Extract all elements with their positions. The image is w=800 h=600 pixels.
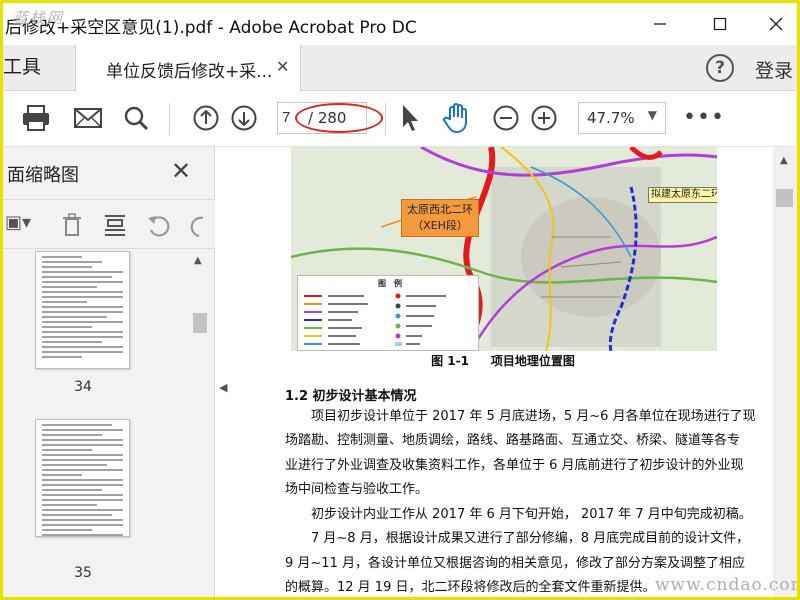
legend-swatches — [304, 293, 446, 346]
select-tool-button[interactable] — [393, 101, 427, 135]
title-bar: 后修改+采空区意见(1).pdf - Adobe Acrobat Pro DC … — [3, 3, 797, 45]
minimize-icon — [654, 23, 666, 25]
print-icon — [23, 105, 49, 131]
thumbnail-page-number: 35 — [74, 565, 92, 581]
location-map-image: 太原西北二环 （XEH段） 拟建太原东二环 图 例 — [291, 147, 717, 351]
figure-caption: 图 1-1 项目地理位置图 — [233, 352, 773, 369]
zoom-value: 47.7% — [587, 109, 635, 127]
document-view: 太原西北二环 （XEH段） 拟建太原东二环 图 例 图 1-1 项目地理位置图 … — [233, 147, 773, 597]
scrollbar-thumb[interactable] — [776, 189, 793, 207]
hand-tool-button[interactable] — [439, 101, 473, 135]
rotate-left-icon[interactable] — [145, 212, 173, 243]
figure-number: 图 1-1 — [431, 354, 469, 368]
map-callout-xeh: 太原西北二环 （XEH段） — [401, 199, 479, 237]
figure-title: 项目地理位置图 — [490, 354, 575, 368]
more-tools-icon[interactable]: ••• — [683, 105, 725, 130]
login-button[interactable]: 登录 — [755, 56, 793, 83]
paragraph-line: 场踏勘、控制测量、地质调绘，路线、路基路面、互通立交、桥梁、隧道等各专 — [285, 433, 741, 448]
toolbar-divider — [169, 103, 170, 135]
toolbar-divider — [385, 103, 386, 135]
minus-circle-icon — [493, 105, 519, 131]
search-button[interactable] — [119, 101, 153, 135]
acrobat-window: 后修改+采空区意见(1).pdf - Adobe Acrobat Pro DC … — [0, 0, 800, 600]
paragraph-line: 业进行了外业调查及收集资料工作，各单位于 6 月底前进行了初步设计的外业现 — [285, 458, 744, 473]
trash-icon[interactable] — [61, 212, 83, 243]
arrow-up-circle-icon — [193, 105, 219, 131]
window-title: 后修改+采空区意见(1).pdf - Adobe Acrobat Pro DC — [5, 18, 417, 38]
doc-tab-label: 单位反馈后修改+采... — [106, 62, 273, 82]
zoom-out-button[interactable] — [489, 101, 523, 135]
callout-line-2: （XEH段） — [412, 219, 468, 232]
paragraph-line: 场中间检查与验收工作。 — [285, 482, 429, 497]
toolbar: 7 / 280 47.7% ▼ ••• — [3, 91, 797, 147]
scroll-up-icon[interactable]: ▲ — [194, 255, 202, 266]
paragraph-line: 7 月~8 月，根据设计成果又进行了部分修编，8 月底完成目前的设计文件， — [285, 531, 750, 546]
tab-document[interactable]: 单位反馈后修改+采... ✕ — [75, 45, 301, 91]
thumbnail-list: 34 35 — [3, 251, 199, 597]
panel-toolbar: ▣▾ — [3, 199, 215, 249]
paragraph-line: 初步设计内业工作从 2017 年 6 月下旬开始， 2017 年 7 月中旬完成… — [285, 507, 752, 522]
thumbnail-page[interactable] — [35, 419, 130, 537]
paragraph-line: 9 月~11 月，各设计单位又根据咨询的相关意见，修改了部分方案及调整了相应 — [285, 556, 745, 571]
close-window-button[interactable] — [759, 9, 793, 39]
close-icon — [769, 17, 783, 31]
mail-icon — [74, 108, 102, 128]
watermark-bottom: www.cndao.com — [655, 575, 800, 595]
page-count-highlight-oval — [295, 103, 383, 133]
thumbnail-options-icon[interactable]: ▣▾ — [5, 212, 31, 233]
search-icon — [124, 106, 149, 131]
thumbnail-page[interactable] — [35, 251, 130, 369]
zoom-in-button[interactable] — [527, 101, 561, 135]
zoom-select[interactable]: 47.7% ▼ — [578, 102, 666, 134]
maximize-icon — [713, 17, 727, 31]
document-scrollbar[interactable]: ▲ — [773, 147, 797, 597]
plus-circle-icon — [531, 105, 557, 131]
close-panel-icon[interactable]: ✕ — [171, 157, 191, 185]
email-button[interactable] — [71, 101, 105, 135]
scrollbar-thumb[interactable] — [193, 313, 207, 333]
chevron-down-icon: ▼ — [647, 108, 657, 122]
paragraph-line: 项目初步设计单位于 2017 年 5 月底进场，5 月~6 月各单位在现场进行了… — [285, 409, 756, 424]
close-tab-icon[interactable]: ✕ — [276, 57, 289, 76]
arrow-down-circle-icon — [231, 105, 257, 131]
scroll-up-icon[interactable]: ▲ — [780, 155, 788, 166]
insert-page-icon[interactable] — [103, 212, 127, 243]
collapse-panel-icon[interactable]: ◀ — [219, 381, 227, 394]
thumbnail-panel: 面缩略图 ✕ ▣▾ 34 35 ▲ — [3, 147, 215, 597]
next-page-button[interactable] — [227, 101, 261, 135]
watermark-top: 蓝栈网 — [13, 9, 65, 27]
rotate-right-icon[interactable] — [189, 212, 209, 243]
thumbnail-scrollbar[interactable]: ▲ — [189, 251, 211, 597]
map-callout-east: 拟建太原东二环 — [648, 187, 717, 203]
print-button[interactable] — [19, 101, 53, 135]
help-icon[interactable]: ? — [706, 54, 734, 82]
thumbnail-page-number: 34 — [74, 379, 92, 395]
maximize-button[interactable] — [703, 9, 737, 39]
cursor-arrow-icon — [403, 105, 418, 131]
tab-tools[interactable]: 工具 — [3, 45, 75, 91]
panel-title: 面缩略图 — [7, 165, 79, 186]
hand-icon — [443, 103, 467, 134]
map-legend: 图 例 — [297, 275, 479, 351]
callout-line-1: 太原西北二环 — [407, 203, 473, 216]
previous-page-button[interactable] — [189, 101, 223, 135]
tab-bar: 工具 单位反馈后修改+采... ✕ ? 登录 — [3, 45, 797, 91]
section-heading: 1.2 初步设计基本情况 — [285, 389, 417, 404]
minimize-button[interactable] — [643, 9, 677, 39]
